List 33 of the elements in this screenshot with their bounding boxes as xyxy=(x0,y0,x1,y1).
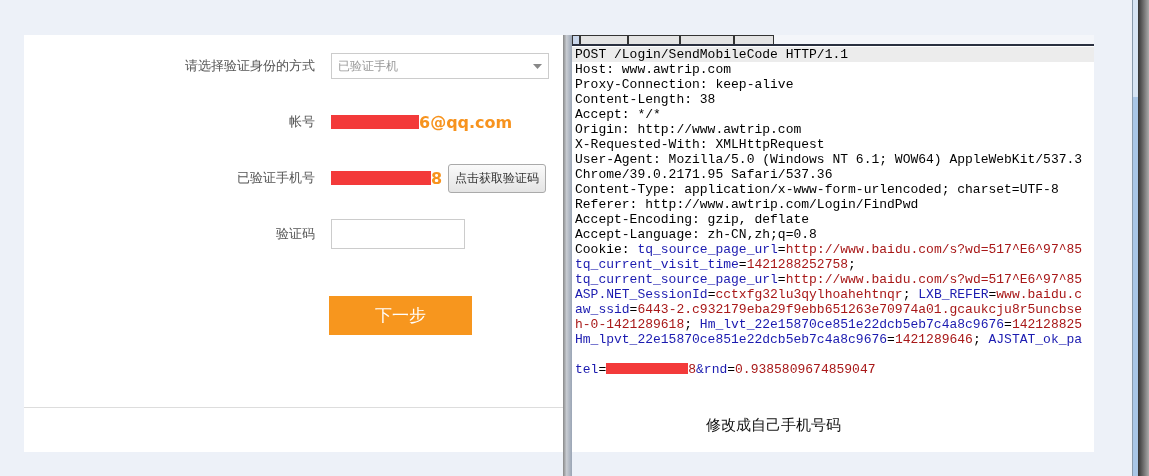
get-code-button[interactable]: 点击获取验证码 xyxy=(448,163,547,193)
request-line: Referer: http://www.awtrip.com/Login/FindPwd xyxy=(574,197,920,212)
field-label: 请选择验证身份的方式 xyxy=(185,57,315,75)
request-line: tq_current_visit_time=1421288252758; xyxy=(574,257,857,272)
request-line: tel= 8&rnd=0.9385809674859047 xyxy=(574,362,877,377)
annotation-text: 修改成自己手机号码 xyxy=(706,416,841,435)
request-line: X-Requested-With: XMLHttpRequest xyxy=(574,137,826,152)
select-field[interactable]: 已验证手机 xyxy=(331,53,549,79)
request-line: Proxy-Connection: keep-alive xyxy=(574,77,795,92)
field-label: 验证码 xyxy=(276,225,315,243)
account-value: 6@qq.com xyxy=(418,112,513,132)
splitter-bar[interactable] xyxy=(563,35,572,476)
request-line: aw_ssid=6443-2.c932179eba29f9ebb651263e70974a01.gcaukcju8r5uncbse xyxy=(574,302,1084,317)
request-line: Accept: */* xyxy=(574,107,662,122)
request-line: Cookie: tq_source_page_url=http://www.baidu.com/s?wd=517^E6^97^85 xyxy=(574,242,1084,257)
field-label: 已验证手机号 xyxy=(237,169,315,187)
request-line: Accept-Language: zh-CN,zh;q=0.8 xyxy=(574,227,818,242)
request-line: Hm_lpvt_22e15870ce851e22dcb5eb7c4a8c9676=1421289646; AJSTAT_ok_pa xyxy=(574,332,1084,347)
code-input-field[interactable] xyxy=(331,219,465,249)
phone-value: 8 xyxy=(431,168,443,188)
field-label: 帐号 xyxy=(289,113,315,131)
request-line: h-0-1421289618; Hm_lvt_22e15870ce851e22dcb5eb7c4a8c9676=142128825 xyxy=(574,317,1084,332)
request-line: User-Agent: Mozilla/5.0 (Windows NT 6.1; WOW64) AppleWebKit/537.3 xyxy=(574,152,1084,167)
request-line: Accept-Encoding: gzip, deflate xyxy=(574,212,811,227)
request-line: Host: www.awtrip.com xyxy=(574,62,733,77)
request-line: Content-Length: 38 xyxy=(574,92,717,107)
request-line: Content-Type: application/x-www-form-urlencoded; charset=UTF-8 xyxy=(574,182,1060,197)
request-line: Chrome/39.0.2171.95 Safari/537.36 xyxy=(574,167,834,182)
dropdown-caret-icon xyxy=(533,63,542,69)
request-line: tq_current_source_page_url=http://www.baidu.com/s?wd=517^E6^97^85 xyxy=(574,272,1084,287)
next-step-button[interactable]: 下一步 xyxy=(329,296,472,335)
request-line: Origin: http://www.awtrip.com xyxy=(574,122,803,137)
request-line: ASP.NET_SessionId=cctxfg32lu3qylhoahehtnqr; LXB_REFER=www.baidu.c xyxy=(574,287,1084,302)
